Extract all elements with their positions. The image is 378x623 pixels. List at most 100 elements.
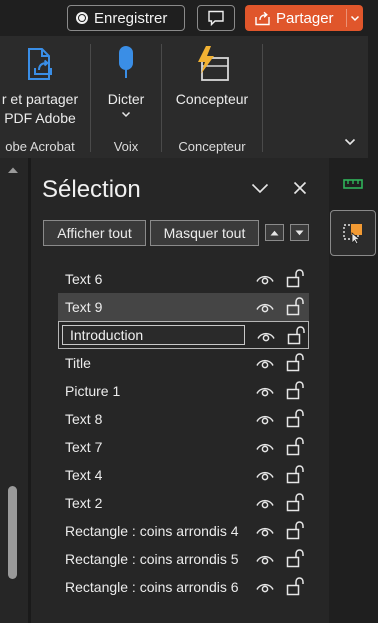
- dictate-button[interactable]: Dicter: [92, 44, 160, 118]
- right-sidebar: [329, 158, 378, 623]
- visibility-eye-icon[interactable]: [256, 580, 274, 596]
- designer-label: Concepteur: [175, 91, 249, 107]
- selection-item-label: Rectangle : coins arrondis 6: [65, 579, 239, 595]
- ribbon: r et partager PDF Adobe obe Acrobat Dict…: [0, 36, 368, 159]
- selection-item[interactable]: Text 8: [58, 405, 309, 433]
- visibility-eye-icon[interactable]: [257, 329, 275, 345]
- chevron-down-icon: [121, 111, 131, 118]
- dictate-label: Dicter: [107, 91, 145, 107]
- unlock-icon[interactable]: [286, 549, 304, 571]
- pane-options-button[interactable]: [249, 178, 271, 198]
- pane-tab-animation[interactable]: [341, 174, 365, 194]
- slide-scrollbar[interactable]: [0, 158, 28, 623]
- unlock-icon[interactable]: [286, 297, 304, 319]
- comments-button[interactable]: [197, 5, 235, 31]
- selection-item[interactable]: Text 2: [58, 489, 309, 517]
- unlock-icon[interactable]: [287, 326, 305, 348]
- comment-icon: [208, 10, 224, 26]
- send-backward-button[interactable]: [290, 224, 309, 241]
- selection-item[interactable]: Picture 1: [58, 377, 309, 405]
- selection-item[interactable]: Text 6: [58, 265, 309, 293]
- selection-item-label: Text 6: [65, 271, 103, 287]
- ribbon-group-adobe: r et partager PDF Adobe obe Acrobat: [0, 36, 90, 158]
- share-icon: [255, 11, 270, 25]
- selection-item[interactable]: Title: [58, 349, 309, 377]
- visibility-eye-icon[interactable]: [256, 356, 274, 372]
- unlock-icon[interactable]: [286, 381, 304, 403]
- record-icon: [76, 12, 88, 24]
- ribbon-separator: [161, 44, 162, 152]
- ribbon-separator: [262, 44, 263, 152]
- share-label: Partager: [276, 9, 334, 27]
- share-pdf-adobe-button[interactable]: r et partager PDF Adobe: [0, 44, 90, 128]
- selection-item[interactable]: Text 4: [58, 461, 309, 489]
- show-all-button[interactable]: Afficher tout: [43, 220, 146, 246]
- group-label-voice: Voix: [113, 139, 139, 154]
- selection-pane-icon: [343, 224, 362, 245]
- ribbon-collapse-button[interactable]: [340, 134, 360, 150]
- chevron-up-icon: [270, 230, 279, 235]
- visibility-eye-icon[interactable]: [256, 552, 274, 568]
- selection-item[interactable]: Text 9: [58, 293, 309, 321]
- scroll-up-icon[interactable]: [7, 166, 19, 174]
- bring-forward-button[interactable]: [265, 224, 284, 241]
- selection-item[interactable]: Rectangle : coins arrondis 6: [58, 573, 309, 601]
- unlock-icon[interactable]: [286, 269, 304, 291]
- unlock-icon[interactable]: [286, 409, 304, 431]
- selection-item[interactable]: Rectangle : coins arrondis 4: [58, 517, 309, 545]
- pane-tab-selection[interactable]: [330, 210, 376, 256]
- visibility-eye-icon[interactable]: [256, 440, 274, 456]
- close-icon: [293, 181, 307, 195]
- visibility-eye-icon[interactable]: [256, 524, 274, 540]
- title-bar: Enregistrer Partager: [0, 0, 378, 36]
- ribbon-group-designer: Concepteur Concepteur: [163, 36, 261, 158]
- selection-item-label: Title: [65, 355, 91, 371]
- selection-item-label: Text 4: [65, 467, 103, 483]
- share-button[interactable]: Partager: [245, 5, 363, 31]
- visibility-eye-icon[interactable]: [256, 412, 274, 428]
- selection-item-label: Text 9: [65, 299, 103, 315]
- selection-item-label: Text 2: [65, 495, 103, 511]
- pane-close-button[interactable]: [289, 178, 311, 198]
- selection-item[interactable]: [58, 321, 309, 349]
- designer-button[interactable]: Concepteur: [163, 44, 261, 109]
- share-main[interactable]: Partager: [245, 10, 346, 27]
- group-label-adobe: obe Acrobat: [5, 139, 75, 154]
- selection-item-label: Picture 1: [65, 383, 121, 399]
- selection-item-label: Rectangle : coins arrondis 4: [65, 523, 239, 539]
- share-dropdown[interactable]: [347, 15, 363, 22]
- chevron-down-icon: [295, 230, 304, 235]
- rename-input[interactable]: [62, 325, 245, 345]
- unlock-icon[interactable]: [286, 577, 304, 599]
- selection-item-label: Text 7: [65, 439, 103, 455]
- selection-pane: Sélection Afficher tout Masquer tout Tex…: [31, 158, 329, 623]
- chevron-down-icon: [251, 183, 269, 193]
- selection-item-label: Rectangle : coins arrondis 5: [65, 551, 239, 567]
- chevron-down-icon: [350, 15, 360, 21]
- visibility-eye-icon[interactable]: [256, 496, 274, 512]
- ruler-icon: [343, 179, 363, 189]
- scroll-thumb[interactable]: [8, 486, 17, 579]
- visibility-eye-icon[interactable]: [256, 272, 274, 288]
- selection-item[interactable]: Rectangle : coins arrondis 5: [58, 545, 309, 573]
- share-pdf-icon: [28, 48, 52, 80]
- visibility-eye-icon[interactable]: [256, 468, 274, 484]
- unlock-icon[interactable]: [286, 521, 304, 543]
- record-button[interactable]: Enregistrer: [67, 5, 185, 31]
- selection-item[interactable]: Text 7: [58, 433, 309, 461]
- ribbon-separator: [90, 44, 91, 152]
- selection-item-label: Text 8: [65, 411, 103, 427]
- unlock-icon[interactable]: [286, 353, 304, 375]
- group-label-designer: Concepteur: [178, 139, 246, 154]
- unlock-icon[interactable]: [286, 465, 304, 487]
- pane-title: Sélection: [42, 176, 141, 203]
- share-pdf-label-1: r et partager: [1, 91, 79, 107]
- visibility-eye-icon[interactable]: [256, 384, 274, 400]
- ribbon-group-voice: Dicter Voix: [92, 36, 160, 158]
- visibility-eye-icon[interactable]: [256, 300, 274, 316]
- hide-all-button[interactable]: Masquer tout: [150, 220, 259, 246]
- designer-icon: [198, 46, 229, 81]
- unlock-icon[interactable]: [286, 493, 304, 515]
- record-label: Enregistrer: [94, 9, 168, 27]
- unlock-icon[interactable]: [286, 437, 304, 459]
